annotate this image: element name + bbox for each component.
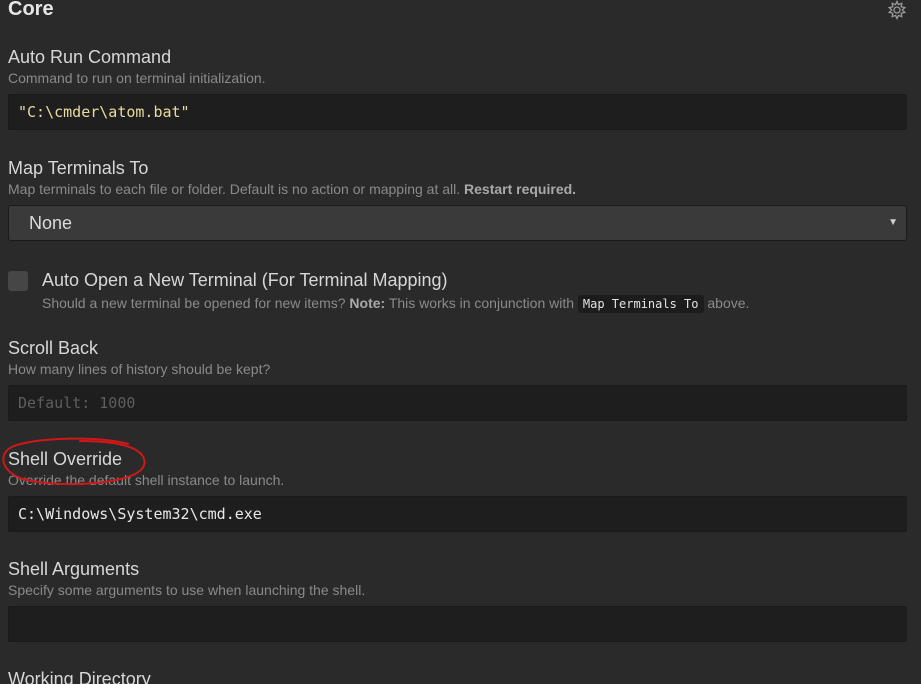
shell-arguments-input[interactable] xyxy=(8,606,907,642)
setting-description: Should a new terminal be opened for new … xyxy=(42,295,750,313)
setting-title: Working Directory xyxy=(8,669,151,684)
note-label: Note: xyxy=(349,295,386,311)
settings-panel: Core Auto Run Command Command to run on … xyxy=(0,0,921,684)
setting-map-terminals-to: Map Terminals To Map terminals to each f… xyxy=(8,157,907,241)
setting-description: How many lines of history should be kept… xyxy=(8,361,271,377)
chevron-down-icon: ▼ xyxy=(888,217,898,228)
shell-override-input[interactable] xyxy=(8,496,907,532)
settings-gear-icon[interactable] xyxy=(887,0,907,20)
setting-auto-run-command: Auto Run Command Command to run on termi… xyxy=(8,46,907,130)
auto-open-terminal-checkbox[interactable] xyxy=(8,271,28,291)
setting-title: Auto Run Command xyxy=(8,47,172,67)
setting-description: Specify some arguments to use when launc… xyxy=(8,582,366,598)
setting-title[interactable]: Auto Open a New Terminal (For Terminal M… xyxy=(42,269,907,291)
setting-description: Override the default shell instance to l… xyxy=(8,472,285,488)
scroll-back-input[interactable] xyxy=(8,385,907,421)
map-terminals-to-select[interactable]: None ▼ xyxy=(8,205,907,241)
code-reference: Map Terminals To xyxy=(577,295,704,313)
auto-run-command-input[interactable] xyxy=(8,94,907,130)
section-title: Core xyxy=(8,0,54,20)
setting-title: Shell Arguments xyxy=(8,559,140,579)
setting-title: Scroll Back xyxy=(8,338,99,358)
setting-title: Map Terminals To xyxy=(8,158,149,178)
setting-description: Command to run on terminal initializatio… xyxy=(8,70,266,86)
setting-working-directory: Working Directory xyxy=(8,668,907,684)
setting-shell-override: Shell Override Override the default shel… xyxy=(8,448,907,532)
setting-auto-open-new-terminal: Auto Open a New Terminal (For Terminal M… xyxy=(8,269,907,313)
setting-description: Map terminals to each file or folder. De… xyxy=(8,181,577,197)
select-value: None xyxy=(29,213,73,233)
setting-shell-arguments: Shell Arguments Specify some arguments t… xyxy=(8,558,907,642)
restart-required-label: Restart required. xyxy=(464,181,577,197)
setting-title: Shell Override xyxy=(8,449,123,469)
setting-scroll-back: Scroll Back How many lines of history sh… xyxy=(8,337,907,421)
